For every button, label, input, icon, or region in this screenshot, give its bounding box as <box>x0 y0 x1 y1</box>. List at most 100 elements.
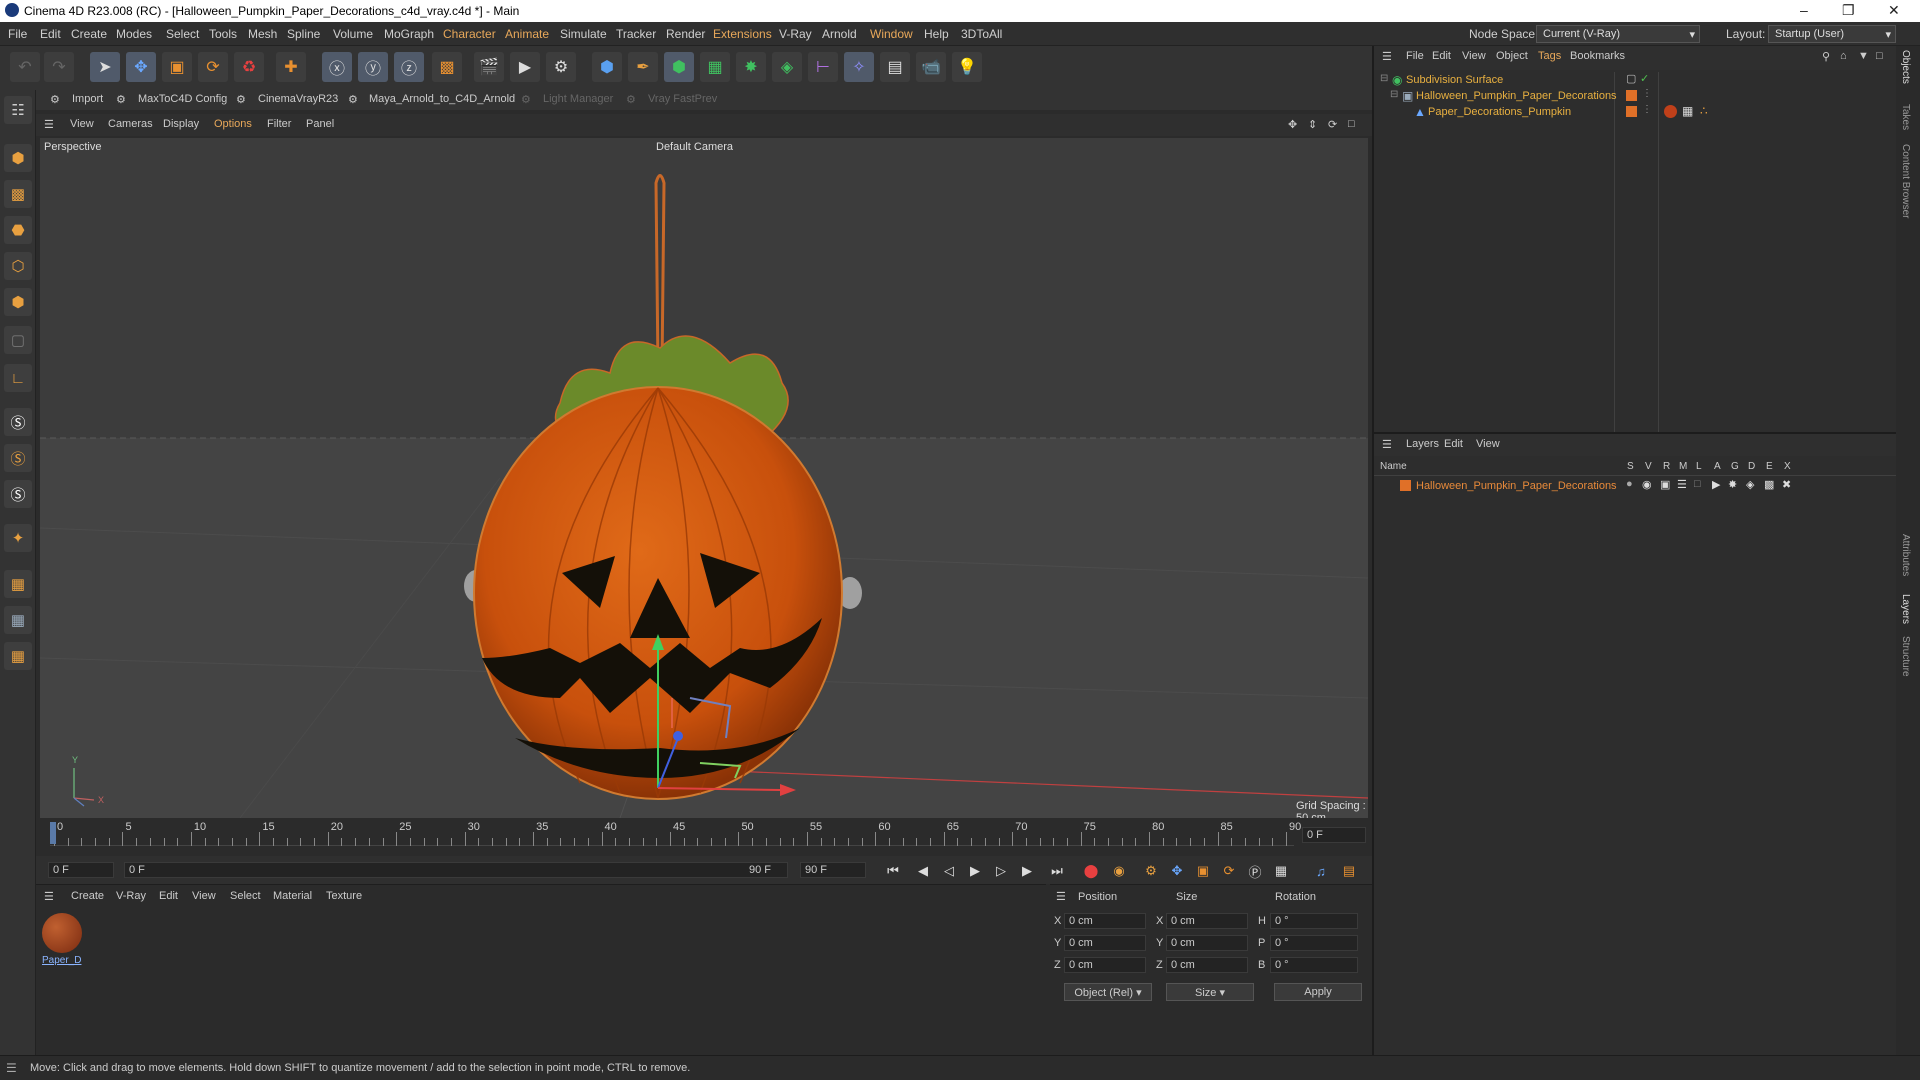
play-icon[interactable]: ▶ <box>964 860 986 882</box>
key-rotation-icon[interactable]: ⟳ <box>1218 860 1240 882</box>
vp-menu-display[interactable]: Display <box>163 118 199 130</box>
start-frame-field[interactable]: 0 F <box>48 862 114 878</box>
motion-mode-icon[interactable]: ♫ <box>1310 860 1332 882</box>
material-swatch[interactable]: Paper_D <box>42 913 82 967</box>
visibility-icon[interactable]: ▢ <box>1626 72 1636 85</box>
vray-fastprev-button[interactable]: Vray FastPrev <box>648 93 717 105</box>
maxto-config-button[interactable]: MaxToC4D Config <box>138 93 227 105</box>
om-menu-bookmarks[interactable]: Bookmarks <box>1570 50 1625 62</box>
rot-p-field[interactable]: 0 ° <box>1270 935 1358 951</box>
layers-menu-edit[interactable]: Edit <box>1444 438 1463 450</box>
deformers-icon[interactable]: ◈ <box>1746 478 1754 491</box>
rot-h-field[interactable]: 0 ° <box>1270 913 1358 929</box>
layers-menu-layers[interactable]: Layers <box>1406 438 1439 450</box>
tab-layers[interactable]: Layers <box>1900 594 1911 624</box>
polygon-mode-icon[interactable]: ⬢ <box>4 288 32 316</box>
enabled-check-icon[interactable]: ✓ <box>1640 72 1649 85</box>
light-icon[interactable]: 💡 <box>952 52 982 82</box>
frame-range-slider[interactable]: 0 F 90 F <box>124 862 788 878</box>
menu-animate[interactable]: Animate <box>505 27 549 41</box>
menu-tracker[interactable]: Tracker <box>616 27 656 41</box>
redo-icon[interactable]: ↷ <box>44 52 74 82</box>
hamburger-icon[interactable]: ☰ <box>1382 50 1392 63</box>
layer-color-swatch[interactable] <box>1626 106 1637 117</box>
mat-menu-view[interactable]: View <box>192 890 216 902</box>
prev-key-icon[interactable]: ◀ <box>912 860 934 882</box>
new-window-icon[interactable]: □ <box>1876 50 1883 62</box>
key-param-icon[interactable]: Ⓟ <box>1244 860 1266 882</box>
close-icon[interactable]: ✕ <box>1888 2 1900 19</box>
point-mode-icon[interactable]: ⬣ <box>4 216 32 244</box>
timeline-playhead[interactable] <box>50 822 56 844</box>
camera-icon[interactable]: 📹 <box>916 52 946 82</box>
render-settings-icon[interactable]: ⚙ <box>546 52 576 82</box>
model-mode-icon[interactable]: ⬢ <box>4 144 32 172</box>
menu-file[interactable]: File <box>8 27 27 41</box>
tab-objects[interactable]: Objects <box>1900 50 1911 84</box>
menu-window[interactable]: Window <box>870 27 913 41</box>
maya-arnold-button[interactable]: Maya_Arnold_to_C4D_Arnold <box>369 93 515 105</box>
expressions-icon[interactable]: ▩ <box>1764 478 1774 491</box>
undo-icon[interactable]: ↶ <box>10 52 40 82</box>
menu-modes[interactable]: Modes <box>116 27 152 41</box>
solo-icon[interactable]: ● <box>1626 478 1633 490</box>
pos-z-field[interactable]: 0 cm <box>1064 957 1146 973</box>
mat-menu-select[interactable]: Select <box>230 890 261 902</box>
mat-menu-vray[interactable]: V-Ray <box>116 890 146 902</box>
menu-spline[interactable]: Spline <box>287 27 320 41</box>
end-frame-field[interactable]: 90 F <box>800 862 866 878</box>
deformer-icon[interactable]: ⊢ <box>808 52 838 82</box>
menu-tools[interactable]: Tools <box>209 27 237 41</box>
field-icon[interactable]: ✧ <box>844 52 874 82</box>
select-tool-icon[interactable]: ➤ <box>90 52 120 82</box>
collapse-icon[interactable]: ⊟ <box>1390 89 1398 100</box>
hamburger-icon[interactable]: ☰ <box>1382 438 1392 451</box>
menu-3dtoall[interactable]: 3DToAll <box>961 27 1002 41</box>
make-editable-icon[interactable]: ☷ <box>4 96 32 124</box>
snap-icon[interactable]: Ⓢ <box>4 408 32 436</box>
size-z-field[interactable]: 0 cm <box>1166 957 1248 973</box>
key-position-icon[interactable]: ✥ <box>1166 860 1188 882</box>
workplane-icon[interactable]: ▦ <box>4 570 32 598</box>
menu-edit[interactable]: Edit <box>40 27 61 41</box>
menu-select[interactable]: Select <box>166 27 199 41</box>
timeline-window-icon[interactable]: ▤ <box>1338 860 1360 882</box>
mat-menu-texture[interactable]: Texture <box>326 890 362 902</box>
cloner-icon[interactable]: ✸ <box>736 52 766 82</box>
extrude-icon[interactable]: ▦ <box>700 52 730 82</box>
search-icon[interactable]: ⚲ <box>1822 50 1830 63</box>
vp-menu-panel[interactable]: Panel <box>306 118 334 130</box>
keyframe-selection-icon[interactable]: ⚙ <box>1140 860 1162 882</box>
record-icon[interactable]: ⬤ <box>1080 860 1102 882</box>
menu-render[interactable]: Render <box>666 27 705 41</box>
animation-icon[interactable]: ▶ <box>1712 478 1720 491</box>
locked-workplane-icon[interactable]: ▦ <box>4 642 32 670</box>
material-tag-icon[interactable] <box>1664 105 1677 118</box>
menu-arnold[interactable]: Arnold <box>822 27 857 41</box>
z-axis-lock-icon[interactable]: ⓩ <box>394 52 424 82</box>
current-frame-field[interactable]: 0 F <box>1302 827 1366 843</box>
layer-color-swatch[interactable] <box>1400 480 1411 491</box>
object-row[interactable]: ⊟ ◉ Subdivision Surface ▢ ✓ <box>1374 72 1896 88</box>
mograph-icon[interactable]: ◈ <box>772 52 802 82</box>
y-axis-lock-icon[interactable]: ⓨ <box>358 52 388 82</box>
snap-mode-icon[interactable]: Ⓢ <box>4 480 32 508</box>
rotate-tool-icon[interactable]: ⟳ <box>198 52 228 82</box>
home-icon[interactable]: ⌂ <box>1840 50 1847 62</box>
next-frame-icon[interactable]: ▷ <box>990 860 1012 882</box>
layers-menu-view[interactable]: View <box>1476 438 1500 450</box>
x-axis-lock-icon[interactable]: ⓧ <box>322 52 352 82</box>
generators-icon[interactable]: ✸ <box>1728 478 1737 491</box>
mat-menu-create[interactable]: Create <box>71 890 104 902</box>
filter-icon[interactable]: ▼ <box>1858 50 1869 62</box>
menu-character[interactable]: Character <box>443 27 496 41</box>
om-menu-edit[interactable]: Edit <box>1432 50 1451 62</box>
key-scale-icon[interactable]: ▣ <box>1192 860 1214 882</box>
layout-dropdown[interactable]: Startup (User) ▾ <box>1768 25 1896 43</box>
node-space-dropdown[interactable]: Current (V-Ray) ▾ <box>1536 25 1700 43</box>
timeline-ruler[interactable]: 0 5 10 15 20 25 30 35 40 45 50 55 60 65 70 75 80 85 90 0 F <box>40 820 1368 858</box>
scale-tool-icon[interactable]: ▣ <box>162 52 192 82</box>
om-menu-tags[interactable]: Tags <box>1538 50 1561 62</box>
cinemavray-button[interactable]: CinemaVrayR23 <box>258 93 338 105</box>
coordinate-system-icon[interactable]: ▩ <box>432 52 462 82</box>
